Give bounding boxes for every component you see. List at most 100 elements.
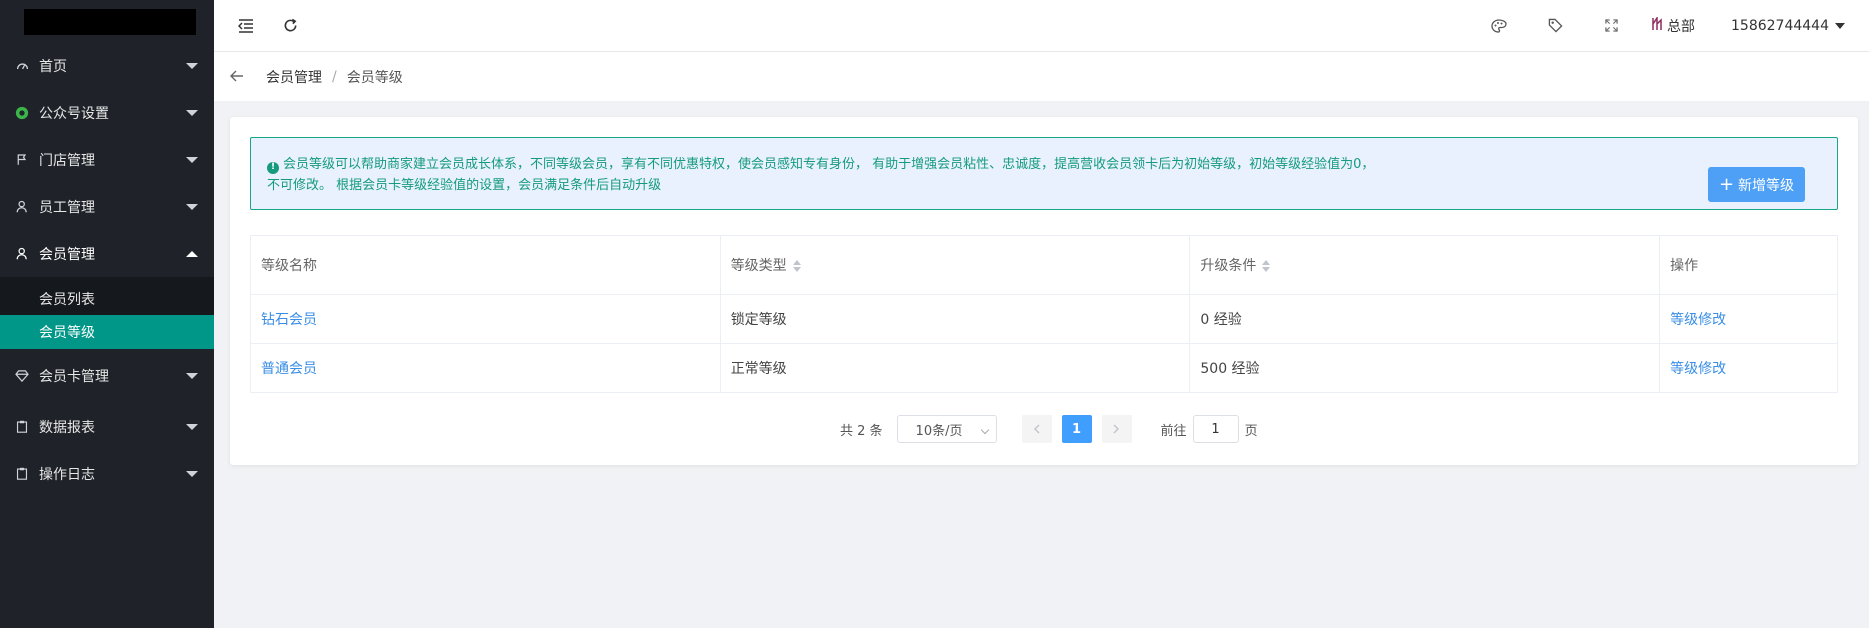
info-notice: ! 会员等级可以帮助商家建立会员成长体系，不同等级会员，享有不同优惠特权，使会员感… (250, 137, 1838, 210)
back-arrow-icon[interactable] (230, 67, 244, 86)
next-page-button[interactable] (1101, 415, 1132, 443)
pagination-total: 共 2 条 (840, 423, 883, 439)
column-header-condition[interactable]: 升级条件 (1189, 235, 1661, 295)
members-submenu: 会员列表 会员等级 (0, 277, 214, 349)
sidebar-subitem-member-list[interactable]: 会员列表 (0, 282, 214, 315)
notice-message: 会员等级可以帮助商家建立会员成长体系，不同等级会员，享有不同优惠特权，使会员感知… (267, 157, 1375, 193)
cell-action: 等级修改 (1659, 343, 1838, 393)
dashboard-icon (14, 58, 30, 74)
levels-table: 等级名称 等级类型 升级条件 操作 钻石会员 锁定等级 0 经验 等级修改 普通… (250, 235, 1838, 393)
plus-icon: + (1718, 173, 1735, 195)
goto-label: 前往 (1160, 423, 1187, 439)
goto-page-input[interactable] (1192, 415, 1239, 443)
breadcrumb-item[interactable]: 会员管理 (266, 67, 322, 87)
chevron-up-icon (186, 250, 198, 257)
cell-level-name[interactable]: 普通会员 (250, 343, 721, 393)
column-header-label: 等级类型 (730, 258, 787, 274)
username: 15862744444 (1731, 17, 1829, 34)
chevron-down-icon (186, 156, 198, 163)
cell-level-type: 锁定等级 (719, 294, 1191, 344)
column-header-label: 操作 (1670, 258, 1699, 274)
store-switcher[interactable]: 总部 (1651, 15, 1696, 36)
menu-collapse-icon[interactable] (224, 4, 268, 48)
cell-level-type: 正常等级 (719, 343, 1191, 393)
sidebar-item-members[interactable]: 会员管理 (0, 230, 214, 277)
sidebar-item-label: 操作日志 (39, 466, 95, 483)
column-header-label: 升级条件 (1200, 258, 1257, 274)
store-name: 总部 (1667, 18, 1696, 35)
page-unit-label: 页 (1244, 423, 1258, 439)
chevron-down-icon (186, 423, 198, 430)
fullscreen-icon[interactable] (1583, 4, 1639, 48)
chevron-down-icon (186, 63, 198, 69)
page-size-value: 10条/页 (915, 423, 963, 439)
chevron-down-icon (1835, 22, 1845, 29)
chevron-down-icon (186, 203, 198, 210)
cell-action: 等级修改 (1659, 294, 1838, 344)
level-name-link[interactable]: 普通会员 (261, 361, 317, 377)
content-card: ! 会员等级可以帮助商家建立会员成长体系，不同等级会员，享有不同优惠特权，使会员感… (230, 117, 1858, 465)
sidebar-item-label: 数据报表 (39, 419, 95, 436)
add-level-label: 新增等级 (1738, 177, 1795, 194)
breadcrumb: 会员管理 / 会员等级 (214, 52, 1869, 101)
edit-level-link[interactable]: 等级修改 (1670, 361, 1726, 377)
chevron-down-icon (186, 470, 198, 477)
sidebar-item-stores[interactable]: 门店管理 (0, 136, 214, 183)
top-header: 总部 15862744444 (214, 0, 1869, 52)
column-header-name: 等级名称 (250, 235, 721, 295)
pagination: 共 2 条 10条/页 1 前往 页 (840, 415, 1258, 443)
sidebar-item-reports[interactable]: 数据报表 (0, 403, 214, 450)
sidebar-item-home[interactable]: 首页 (0, 43, 214, 89)
refresh-icon[interactable] (268, 4, 312, 48)
column-header-action: 操作 (1659, 235, 1838, 295)
user-icon (14, 199, 30, 215)
table-row: 钻石会员 锁定等级 0 经验 等级修改 (250, 294, 1838, 344)
column-header-type[interactable]: 等级类型 (719, 235, 1191, 295)
tag-icon[interactable] (1527, 4, 1583, 48)
sidebar-item-member-cards[interactable]: 会员卡管理 (0, 349, 214, 403)
logo-image (24, 8, 196, 35)
sidebar-item-label: 公众号设置 (39, 105, 109, 122)
log-icon (14, 466, 30, 482)
sidebar-item-label: 会员管理 (39, 246, 95, 263)
cell-upgrade-condition: 500 经验 (1189, 343, 1661, 393)
cell-upgrade-condition: 0 经验 (1189, 294, 1661, 344)
chevron-down-icon (980, 425, 989, 435)
sidebar-item-staff[interactable]: 员工管理 (0, 183, 214, 230)
prev-page-button[interactable] (1021, 415, 1052, 443)
user-menu[interactable]: 15862744444 (1731, 18, 1845, 34)
breadcrumb-current: 会员等级 (346, 69, 403, 86)
table-row: 普通会员 正常等级 500 经验 等级修改 (250, 343, 1838, 393)
flag-icon (14, 152, 30, 168)
page-size-select[interactable]: 10条/页 (896, 415, 997, 443)
level-name-link[interactable]: 钻石会员 (261, 312, 317, 328)
clipboard-icon (14, 419, 30, 435)
pagination-goto: 前往 页 (1161, 415, 1258, 443)
member-icon (14, 246, 30, 262)
edit-level-link[interactable]: 等级修改 (1670, 312, 1726, 328)
info-icon: ! (267, 161, 279, 174)
sidebar-item-label: 门店管理 (39, 152, 95, 169)
sidebar-item-logs[interactable]: 操作日志 (0, 450, 214, 497)
chevron-down-icon (186, 373, 198, 379)
sidebar: 首页 公众号设置 门店管理 员工管理 会员管理 会员列表 会员等级 会员卡管理 … (0, 0, 214, 628)
chevron-down-icon (186, 109, 198, 116)
cell-level-name[interactable]: 钻石会员 (250, 294, 721, 344)
breadcrumb-separator: / (332, 68, 337, 85)
table-header-row: 等级名称 等级类型 升级条件 操作 (250, 235, 1838, 295)
sort-icon[interactable] (1262, 260, 1271, 272)
logo (0, 0, 214, 43)
notice-text: ! 会员等级可以帮助商家建立会员成长体系，不同等级会员，享有不同优惠特权，使会员感… (267, 154, 1377, 196)
sort-icon[interactable] (792, 260, 801, 272)
diamond-icon (14, 368, 30, 384)
sidebar-item-label: 员工管理 (39, 199, 95, 216)
sidebar-subitem-member-levels[interactable]: 会员等级 (0, 315, 214, 349)
add-level-button[interactable]: + 新增等级 (1708, 167, 1805, 202)
theme-palette-icon[interactable] (1471, 4, 1527, 48)
store-icon (1651, 15, 1663, 35)
sidebar-item-label: 会员卡管理 (39, 369, 109, 385)
wechat-icon (14, 105, 30, 121)
sidebar-item-label: 首页 (39, 59, 67, 75)
sidebar-item-wechat[interactable]: 公众号设置 (0, 89, 214, 136)
page-number-button[interactable]: 1 (1061, 415, 1092, 443)
